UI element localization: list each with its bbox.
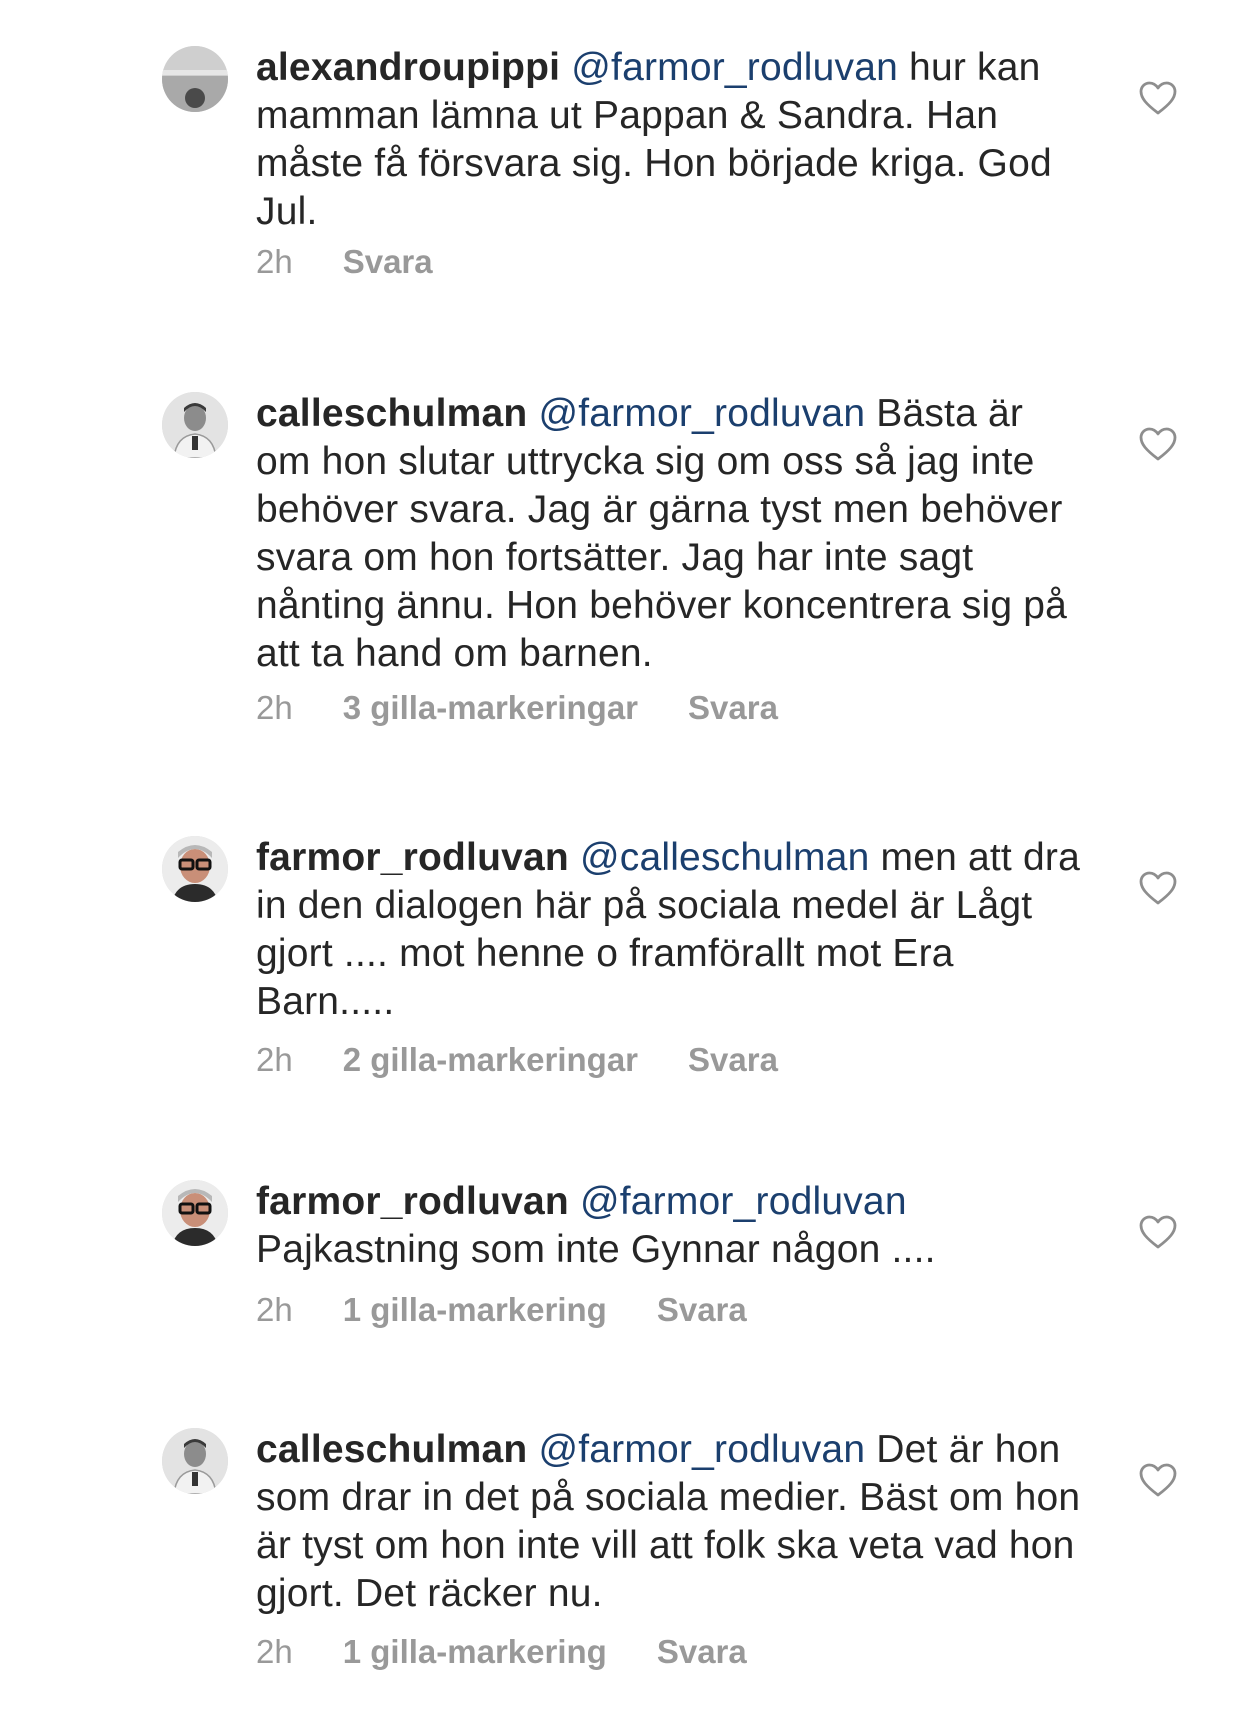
heart-icon[interactable] bbox=[1138, 870, 1178, 906]
avatar[interactable] bbox=[162, 836, 228, 902]
comment-text: calleschulman @farmor_rodluvan Det är ho… bbox=[256, 1426, 1086, 1618]
reply-button[interactable]: Svara bbox=[657, 1632, 747, 1672]
comment-meta: 2h Svara bbox=[256, 242, 433, 282]
comment-mention[interactable]: @farmor_rodluvan bbox=[580, 1180, 907, 1223]
comment-text: farmor_rodluvan @farmor_rodluvan Pajkast… bbox=[256, 1178, 1086, 1274]
comment-meta: 2h 2 gilla-markeringar Svara bbox=[256, 1040, 778, 1080]
heart-icon[interactable] bbox=[1138, 1462, 1178, 1498]
likes-count[interactable]: 1 gilla-markering bbox=[343, 1632, 607, 1672]
heart-icon[interactable] bbox=[1138, 80, 1178, 116]
avatar[interactable] bbox=[162, 1428, 228, 1494]
reply-button[interactable]: Svara bbox=[657, 1290, 747, 1330]
comment-time: 2h bbox=[256, 1041, 293, 1078]
avatar[interactable] bbox=[162, 1180, 228, 1246]
comment-time: 2h bbox=[256, 243, 293, 280]
likes-count[interactable]: 2 gilla-markeringar bbox=[343, 1040, 638, 1080]
comment-username[interactable]: farmor_rodluvan bbox=[256, 836, 569, 879]
comment-text: calleschulman @farmor_rodluvan Bästa är … bbox=[256, 390, 1086, 678]
comment-mention[interactable]: @farmor_rodluvan bbox=[538, 392, 865, 435]
reply-button[interactable]: Svara bbox=[343, 242, 433, 282]
heart-icon[interactable] bbox=[1138, 426, 1178, 462]
comment-meta: 2h 1 gilla-markering Svara bbox=[256, 1290, 747, 1330]
heart-icon[interactable] bbox=[1138, 1214, 1178, 1250]
comment-body: Pajkastning som inte Gynnar någon .... bbox=[256, 1228, 936, 1271]
reply-button[interactable]: Svara bbox=[688, 1040, 778, 1080]
comment-mention[interactable]: @calleschulman bbox=[580, 836, 870, 879]
comment-username[interactable]: calleschulman bbox=[256, 392, 527, 435]
avatar[interactable] bbox=[162, 392, 228, 458]
comment-time: 2h bbox=[256, 689, 293, 726]
reply-button[interactable]: Svara bbox=[688, 688, 778, 728]
comment-username[interactable]: alexandroupippi bbox=[256, 46, 560, 89]
comment-mention[interactable]: @farmor_rodluvan bbox=[538, 1428, 865, 1471]
comment-text: farmor_rodluvan @calleschulman men att d… bbox=[256, 834, 1086, 1026]
likes-count[interactable]: 1 gilla-markering bbox=[343, 1290, 607, 1330]
comment-username[interactable]: farmor_rodluvan bbox=[256, 1180, 569, 1223]
comment-time: 2h bbox=[256, 1291, 293, 1328]
comment-meta: 2h 1 gilla-markering Svara bbox=[256, 1632, 747, 1672]
comment-time: 2h bbox=[256, 1633, 293, 1670]
comment-meta: 2h 3 gilla-markeringar Svara bbox=[256, 688, 778, 728]
avatar[interactable] bbox=[162, 46, 228, 112]
comment-mention[interactable]: @farmor_rodluvan bbox=[571, 46, 898, 89]
comment-text: alexandroupippi @farmor_rodluvan hur kan… bbox=[256, 44, 1086, 236]
comment-username[interactable]: calleschulman bbox=[256, 1428, 527, 1471]
likes-count[interactable]: 3 gilla-markeringar bbox=[343, 688, 638, 728]
